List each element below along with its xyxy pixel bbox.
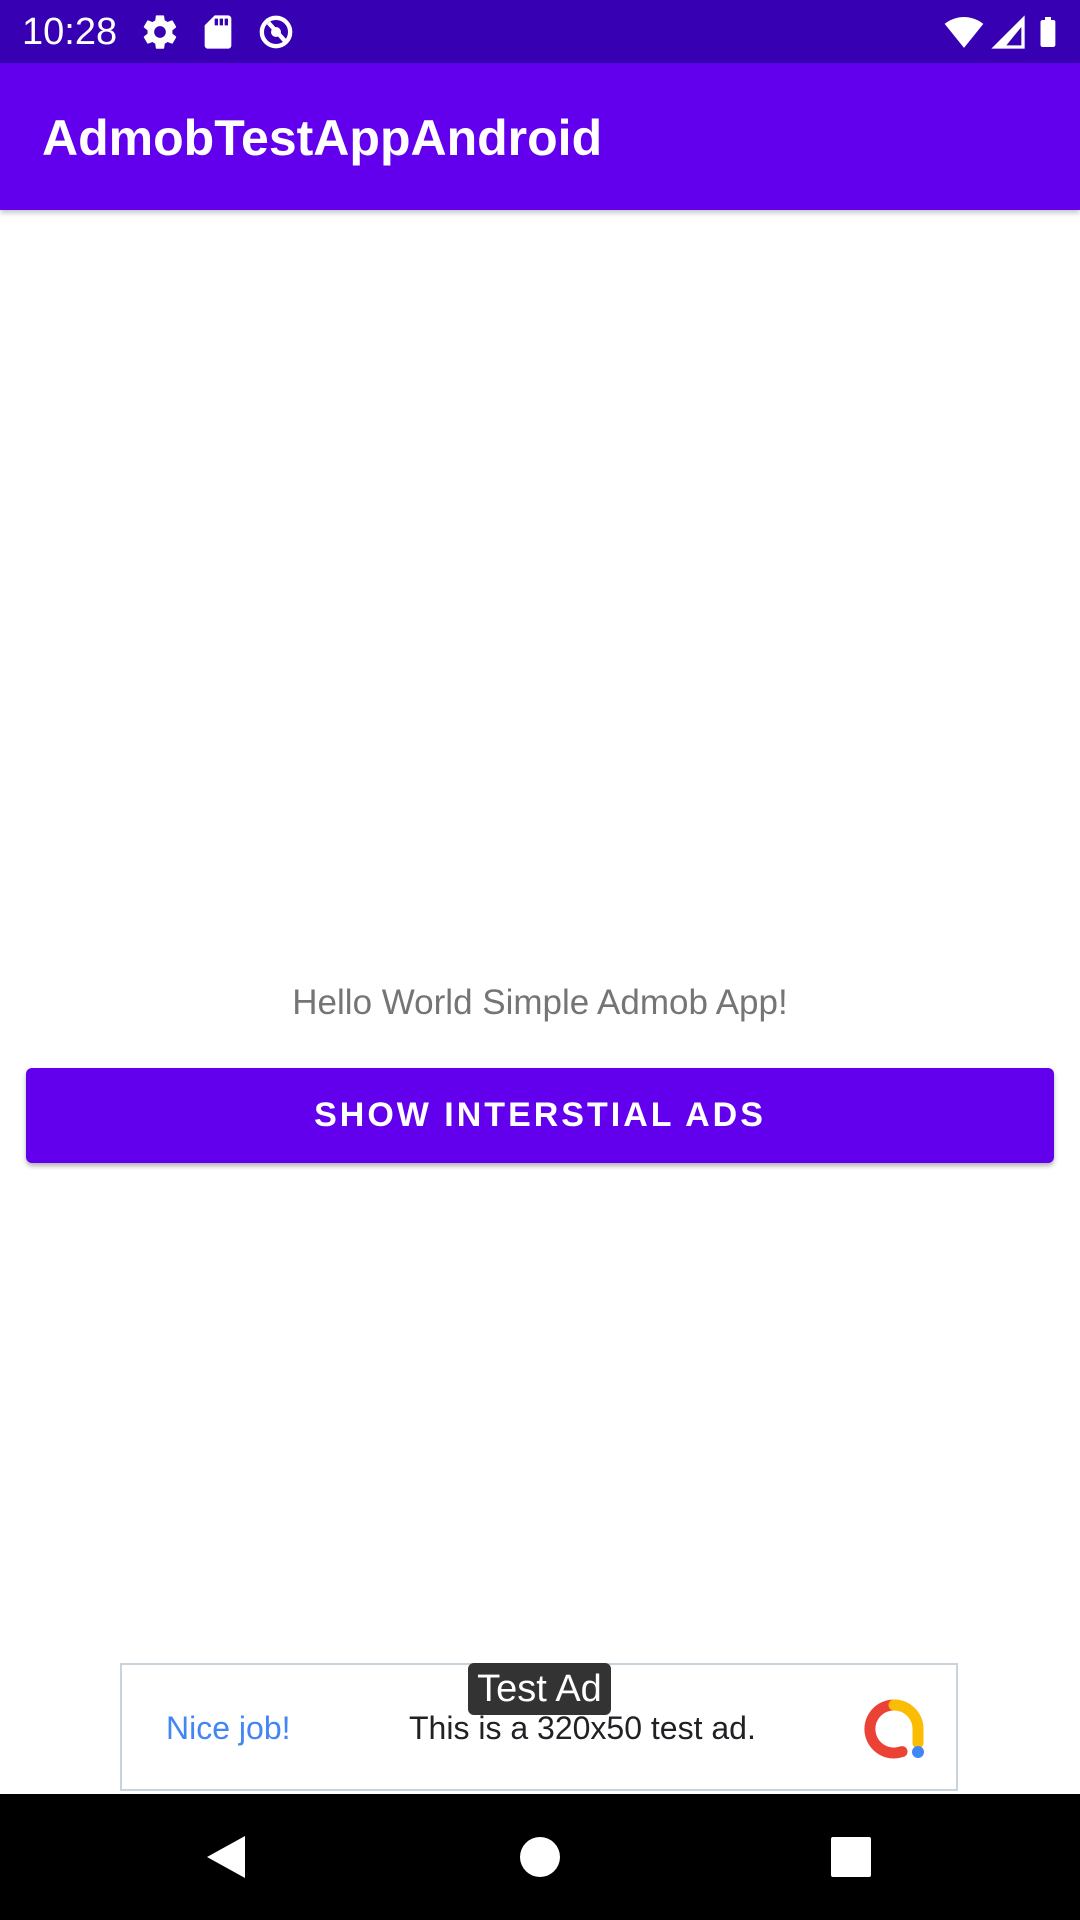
navigation-bar — [0, 1794, 1080, 1920]
screen: 10:28 AdmobTestAppAndroid Hello World Si… — [0, 0, 1080, 1920]
ad-body-text[interactable]: This is a 320x50 test ad. — [409, 1708, 756, 1748]
hello-message: Hello World Simple Admob App! — [292, 983, 788, 1022]
sd-card-icon — [198, 12, 238, 52]
show-interstitial-ads-button[interactable]: SHOW INTERSTIAL ADS — [26, 1068, 1054, 1163]
data-saver-icon — [256, 12, 296, 52]
settings-icon — [140, 12, 180, 52]
wifi-icon — [942, 12, 986, 52]
app-title: AdmobTestAppAndroid — [42, 110, 603, 166]
status-bar: 10:28 — [0, 0, 1080, 63]
ad-headline[interactable]: Nice job! — [166, 1708, 291, 1748]
home-icon[interactable] — [505, 1822, 575, 1892]
status-time: 10:28 — [22, 11, 118, 53]
app-bar: AdmobTestAppAndroid — [0, 63, 1080, 210]
cell-signal-icon — [988, 12, 1028, 52]
battery-icon — [1030, 12, 1066, 52]
recents-icon[interactable] — [816, 1822, 886, 1892]
admob-logo-icon[interactable] — [862, 1697, 926, 1761]
back-icon[interactable] — [191, 1822, 261, 1892]
